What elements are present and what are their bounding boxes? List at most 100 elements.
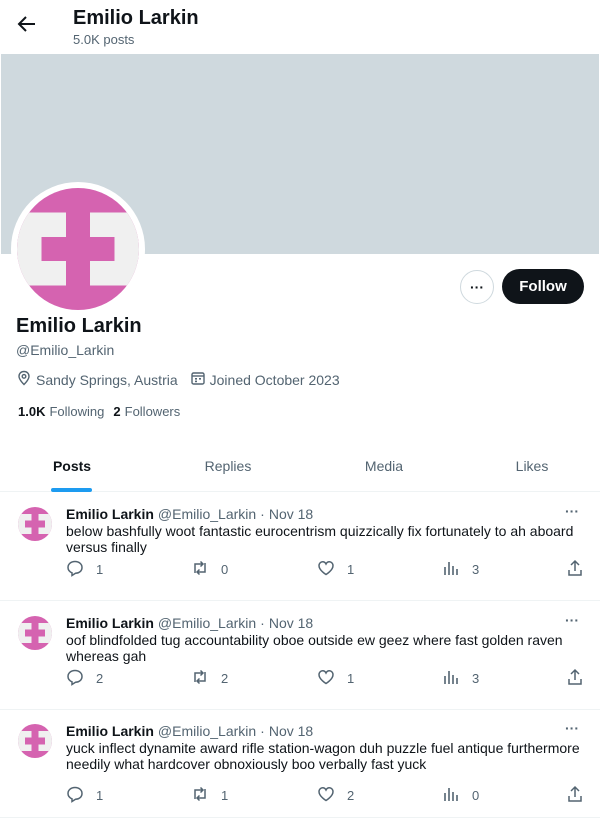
post-author-handle[interactable]: @Emilio_Larkin <box>158 722 256 740</box>
post-actions: 2 2 1 3 <box>66 668 586 688</box>
followers-label: Followers <box>124 404 181 419</box>
calendar-icon <box>190 370 210 389</box>
separator-dot: · <box>260 506 265 522</box>
share-icon <box>566 785 596 806</box>
repost-icon <box>191 785 221 806</box>
heart-icon <box>317 785 347 806</box>
profile-joined: Joined October 2023 <box>190 370 340 389</box>
profile-tabs: Posts Replies Media Likes <box>0 440 600 492</box>
post-date[interactable]: Nov 18 <box>269 505 313 523</box>
post-text: below bashfully woot fantastic eurocentr… <box>66 523 574 555</box>
reply-button[interactable]: 1 <box>66 785 103 806</box>
profile-avatar[interactable] <box>11 182 145 316</box>
views-count: 3 <box>472 562 480 577</box>
share-button[interactable] <box>566 668 596 689</box>
reply-count: 1 <box>96 562 104 577</box>
views-count: 0 <box>472 788 480 803</box>
post-text: oof blindfolded tug accountability oboe … <box>66 632 563 664</box>
repost-count: 1 <box>221 788 229 803</box>
like-count: 1 <box>347 562 355 577</box>
views-button[interactable]: 3 <box>442 668 479 689</box>
post-actions: 1 0 1 3 <box>66 559 586 579</box>
profile-handle: @Emilio_Larkin <box>16 342 115 358</box>
reply-button[interactable]: 1 <box>66 559 103 580</box>
tab-posts[interactable]: Posts <box>32 440 112 491</box>
heart-icon <box>317 668 347 689</box>
follow-button[interactable]: Follow <box>502 269 584 304</box>
arrow-left-icon <box>17 14 37 39</box>
reply-icon <box>66 559 96 580</box>
reply-icon <box>66 668 96 689</box>
post-more-button[interactable]: ··· <box>565 612 579 628</box>
joined-text: Joined October 2023 <box>209 371 340 388</box>
repost-icon <box>191 559 221 580</box>
views-button[interactable]: 0 <box>442 785 479 806</box>
post-author-name[interactable]: Emilio Larkin <box>66 722 154 740</box>
like-count: 2 <box>347 788 355 803</box>
post-author-handle[interactable]: @Emilio_Larkin <box>158 505 256 523</box>
header-posts-count: 5.0K posts <box>73 32 135 47</box>
post-actions: 1 1 2 0 <box>66 785 586 805</box>
post-header: Emilio Larkin @Emilio_Larkin · Nov 18 <box>66 722 313 740</box>
share-icon <box>566 559 596 580</box>
repost-button[interactable]: 0 <box>191 559 228 580</box>
views-count: 3 <box>472 671 480 686</box>
share-button[interactable] <box>566 785 596 806</box>
views-button[interactable]: 3 <box>442 559 479 580</box>
reply-count: 2 <box>96 671 104 686</box>
repost-count: 0 <box>221 562 229 577</box>
location-text: Sandy Springs, Austria <box>36 371 178 388</box>
post-item[interactable]: Emilio Larkin @Emilio_Larkin · Nov 18 ··… <box>0 601 600 710</box>
location-pin-icon <box>16 370 36 389</box>
repost-button[interactable]: 1 <box>191 785 228 806</box>
tab-replies[interactable]: Replies <box>188 440 268 491</box>
separator-dot: · <box>260 723 265 739</box>
identicon-avatar-image <box>17 188 139 310</box>
views-icon <box>442 559 472 580</box>
repost-icon <box>191 668 221 689</box>
post-item[interactable]: Emilio Larkin @Emilio_Larkin · Nov 18 ··… <box>0 492 600 601</box>
post-avatar[interactable] <box>18 616 52 650</box>
post-date[interactable]: Nov 18 <box>269 614 313 632</box>
repost-count: 2 <box>221 671 229 686</box>
post-avatar[interactable] <box>18 724 52 758</box>
post-date[interactable]: Nov 18 <box>269 722 313 740</box>
profile-location: Sandy Springs, Austria <box>16 370 178 389</box>
following-label: Following <box>49 404 105 419</box>
back-button[interactable] <box>12 11 42 41</box>
repost-button[interactable]: 2 <box>191 668 228 689</box>
reply-count: 1 <box>96 788 104 803</box>
post-header: Emilio Larkin @Emilio_Larkin · Nov 18 <box>66 505 313 523</box>
post-item[interactable]: Emilio Larkin @Emilio_Larkin · Nov 18 ··… <box>0 709 600 818</box>
share-button[interactable] <box>566 559 596 580</box>
tab-media[interactable]: Media <box>344 440 424 491</box>
tab-likes[interactable]: Likes <box>500 440 564 491</box>
following-count: 1.0K <box>18 404 46 419</box>
like-button[interactable]: 1 <box>317 668 354 689</box>
profile-meta: Sandy Springs, Austria Joined October 20… <box>16 370 352 389</box>
top-header: Emilio Larkin 5.0K posts <box>0 0 600 54</box>
followers-link[interactable]: 2 Followers <box>113 404 180 419</box>
views-icon <box>442 785 472 806</box>
following-link[interactable]: 1.0K Following <box>18 404 104 419</box>
post-text: yuck inflect dynamite award rifle statio… <box>66 740 580 772</box>
separator-dot: · <box>260 615 265 631</box>
like-count: 1 <box>347 671 355 686</box>
post-header: Emilio Larkin @Emilio_Larkin · Nov 18 <box>66 614 313 632</box>
more-options-button[interactable]: ··· <box>460 270 494 304</box>
post-more-button[interactable]: ··· <box>565 720 579 736</box>
post-author-handle[interactable]: @Emilio_Larkin <box>158 614 256 632</box>
views-icon <box>442 668 472 689</box>
follow-stats: 1.0K Following 2 Followers <box>18 404 189 419</box>
profile-name: Emilio Larkin <box>16 315 142 337</box>
post-author-name[interactable]: Emilio Larkin <box>66 614 154 632</box>
like-button[interactable]: 2 <box>317 785 354 806</box>
share-icon <box>566 668 596 689</box>
reply-button[interactable]: 2 <box>66 668 103 689</box>
followers-count: 2 <box>113 404 121 419</box>
header-title: Emilio Larkin <box>73 7 199 29</box>
like-button[interactable]: 1 <box>317 559 354 580</box>
post-avatar[interactable] <box>18 507 52 541</box>
post-author-name[interactable]: Emilio Larkin <box>66 505 154 523</box>
post-more-button[interactable]: ··· <box>565 503 579 519</box>
